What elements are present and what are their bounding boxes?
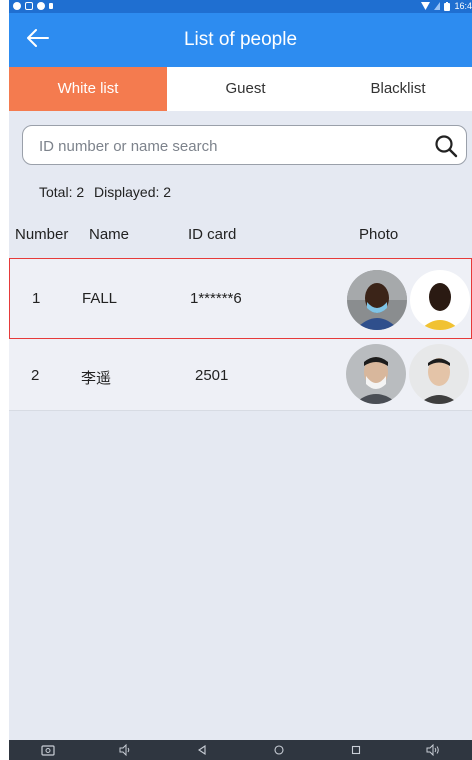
row-name: FALL [82, 290, 118, 307]
person-photo-icon [409, 344, 469, 404]
person-photo-icon [410, 270, 470, 330]
search-icon [435, 135, 458, 158]
tab-white-list[interactable]: White list [9, 67, 167, 111]
notification-dot-icon [13, 2, 21, 10]
home-circle-icon [274, 745, 284, 755]
count-summary: Total: 2 Displayed: 2 [39, 184, 171, 200]
column-header-id-card: ID card [188, 226, 237, 243]
column-header-name: Name [89, 226, 130, 243]
wifi-icon [421, 2, 431, 10]
notification-small-icon [49, 3, 53, 9]
volume-up-icon [426, 744, 440, 756]
signal-icon [434, 2, 441, 10]
status-time: 16:4 [454, 1, 472, 11]
captured-photo [410, 270, 470, 330]
row-number: 2 [31, 367, 40, 384]
nav-recents-button[interactable] [346, 742, 366, 758]
volume-down-button[interactable] [115, 742, 135, 758]
battery-icon [444, 1, 451, 11]
device-screen: 16:4 List of people White list Guest Bla… [9, 0, 472, 760]
tab-guest[interactable]: Guest [167, 67, 324, 111]
row-number: 1 [32, 290, 41, 307]
person-photo-icon [347, 270, 407, 330]
search-button[interactable] [434, 134, 458, 158]
status-bar: 16:4 [9, 0, 472, 13]
volume-down-icon [119, 744, 129, 756]
displayed-count: Displayed: 2 [94, 184, 172, 200]
tab-blacklist[interactable]: Blacklist [324, 67, 472, 111]
app-bar: List of people [9, 13, 472, 67]
row-id-card: 2501 [195, 367, 229, 384]
person-photo-icon [346, 344, 406, 404]
screenshot-button[interactable] [38, 742, 58, 758]
nav-home-button[interactable] [269, 742, 289, 758]
notification-square-icon [25, 2, 33, 10]
page-title: List of people [183, 29, 298, 50]
column-header-number: Number [15, 226, 69, 243]
screenshot-icon [40, 744, 55, 756]
table-row[interactable]: 2 李遥 2501 [9, 339, 472, 411]
status-icons-right: 16:4 [421, 1, 472, 11]
row-name: 李遥 [81, 370, 112, 387]
table-row[interactable]: 1 FALL 1******6 [9, 258, 472, 339]
back-triangle-icon [197, 745, 206, 755]
recents-square-icon [352, 745, 361, 755]
table-header: Number Name ID card Photo [9, 222, 472, 248]
column-header-photo: Photo [359, 226, 399, 243]
system-nav-bar [9, 740, 472, 760]
search-input[interactable] [37, 126, 421, 166]
captured-photo [409, 344, 469, 404]
notification-dot-icon [37, 2, 45, 10]
volume-up-button[interactable] [423, 742, 443, 758]
row-id-card: 1******6 [190, 290, 242, 307]
tab-bar: White list Guest Blacklist [9, 67, 472, 111]
screen: 16:4 List of people White list Guest Bla… [0, 0, 472, 760]
total-count: Total: 2 [39, 184, 85, 200]
registered-photo [347, 270, 407, 330]
status-icons-left [13, 2, 53, 10]
nav-back-button[interactable] [192, 742, 212, 758]
search-box [22, 125, 467, 166]
registered-photo [346, 344, 406, 404]
